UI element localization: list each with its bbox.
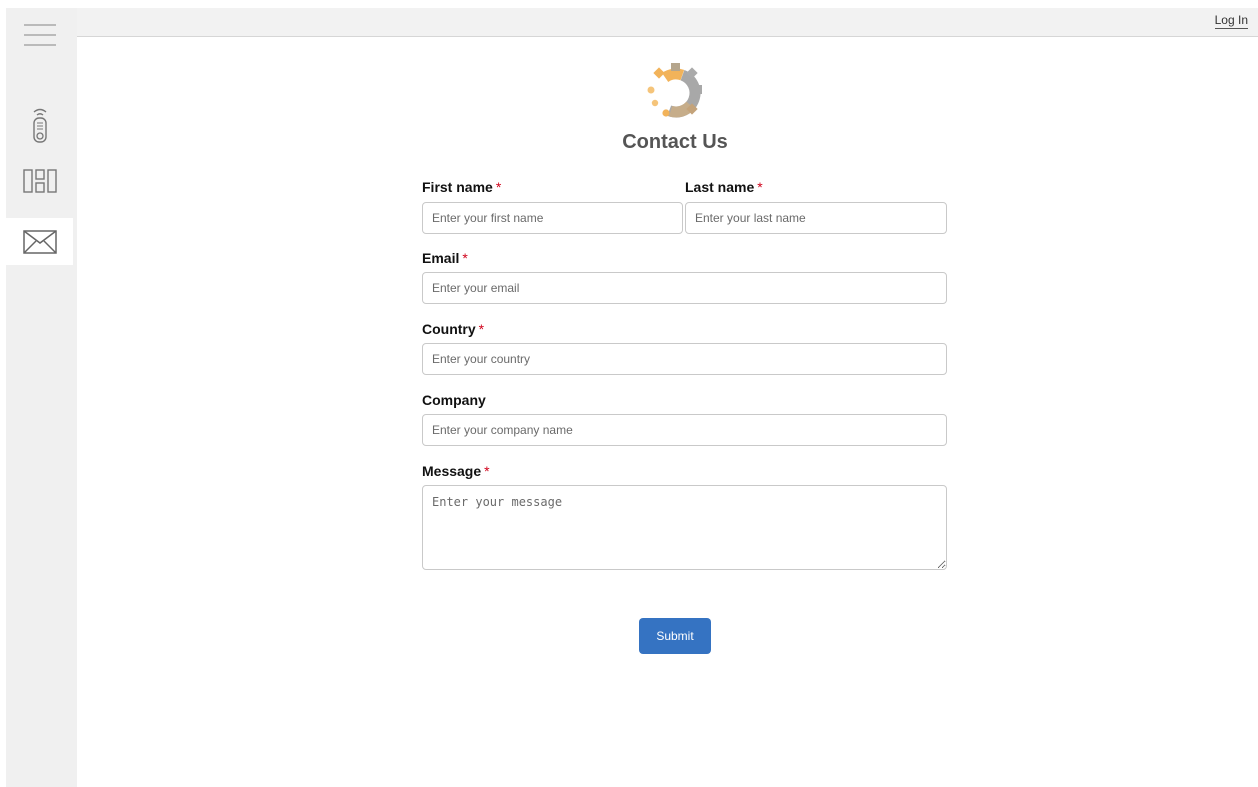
gear-logo-icon — [647, 63, 702, 118]
submit-button[interactable]: Submit — [639, 618, 711, 654]
required-marker: * — [495, 179, 502, 195]
required-marker: * — [462, 250, 468, 266]
country-input[interactable] — [422, 343, 947, 375]
page-title: Contact Us — [622, 131, 728, 153]
email-input[interactable] — [422, 272, 947, 304]
sidebar-menu-button[interactable] — [6, 10, 73, 60]
last-name-input[interactable] — [685, 202, 947, 234]
sidebar-item-contact[interactable] — [6, 218, 73, 265]
first-name-input[interactable] — [422, 202, 683, 234]
required-marker: * — [484, 463, 490, 479]
hamburger-menu-icon — [23, 24, 56, 46]
required-marker: * — [757, 179, 763, 195]
country-label: Country * — [422, 321, 485, 337]
last-name-label: Last name * — [685, 179, 763, 195]
email-label: Email * — [422, 250, 468, 266]
sidebar-item-remote[interactable] — [6, 100, 73, 150]
app-window: Log In Contact Us First name* Last name*… — [0, 0, 1258, 787]
layout-grid-icon — [22, 169, 57, 193]
mail-icon — [22, 229, 57, 254]
sidebar-item-layout[interactable] — [6, 158, 73, 204]
login-link[interactable]: Log In — [1214, 13, 1248, 29]
company-input[interactable] — [422, 414, 947, 446]
company-label: Company — [422, 392, 486, 408]
required-marker: * — [478, 321, 485, 337]
message-textarea[interactable] — [422, 485, 947, 570]
message-label: Message * — [422, 463, 490, 479]
sidebar — [6, 8, 77, 787]
remote-control-icon — [32, 108, 47, 143]
top-bar: Log In — [77, 8, 1258, 37]
first-name-label: First name * — [422, 179, 502, 195]
